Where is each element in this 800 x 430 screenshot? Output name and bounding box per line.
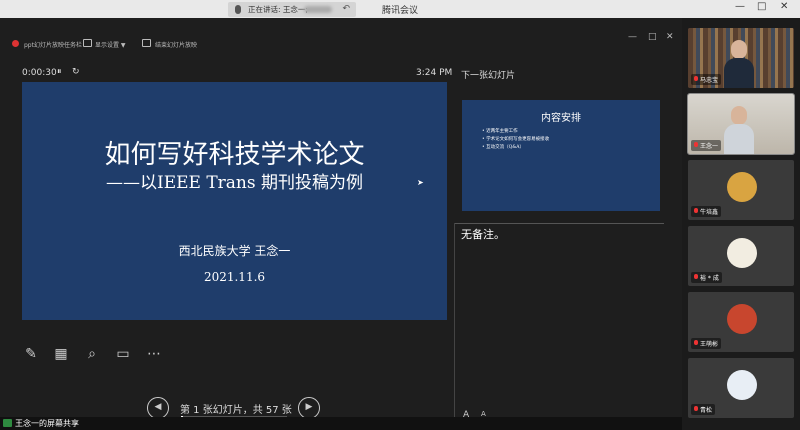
- participant-video: [724, 106, 754, 154]
- slide-counter: 第 1 张幻灯片，共 57 张: [180, 405, 292, 416]
- current-slide[interactable]: 如何写好科技学术论文 ——以IEEE Trans 期刊投稿为例 西北民族大学 王…: [22, 82, 447, 320]
- taskbar-toggle-button[interactable]: ppt幻灯片放映任务栏: [24, 40, 82, 49]
- participant-tile[interactable]: 裕 * 成: [688, 226, 794, 286]
- participant-name: 裕 * 成: [691, 272, 722, 283]
- participant-name: 王念一: [691, 140, 722, 151]
- restart-icon[interactable]: ↻: [72, 67, 80, 77]
- end-show-icon: [142, 39, 151, 47]
- list-item: 近两年主要工作: [482, 128, 549, 136]
- participant-name: 马忠宝: [691, 74, 722, 85]
- participant-name: 王萌彬: [691, 338, 722, 349]
- display-settings-button[interactable]: 显示设置 ▼: [95, 40, 126, 49]
- presenter-minimize-button[interactable]: —: [628, 32, 637, 42]
- slide-title: 如何写好科技学术论文: [104, 140, 365, 170]
- see-all-slides-icon[interactable]: ▦: [51, 344, 71, 364]
- pause-icon[interactable]: ⏸: [57, 67, 62, 77]
- elapsed-timer: 0:00:30: [22, 68, 57, 78]
- speaking-label: 正在讲话: 王念一;: [248, 5, 308, 14]
- participant-name: 牛培鑫: [691, 206, 722, 217]
- list-item: 学术论文如何写会更容易被接收: [482, 136, 549, 144]
- maximize-button[interactable]: □: [757, 1, 766, 12]
- current-time: 3:24 PM: [416, 68, 453, 78]
- pen-icon[interactable]: ✎: [21, 344, 41, 364]
- avatar: [727, 238, 757, 268]
- close-button[interactable]: ✕: [780, 1, 788, 12]
- black-screen-icon[interactable]: ▭: [113, 344, 133, 364]
- minimize-button[interactable]: —: [735, 1, 745, 12]
- pane-divider[interactable]: [454, 223, 455, 418]
- participant-panel: 马忠宝 王念一 牛培鑫 裕 * 成 王萌彬 青松: [682, 18, 800, 430]
- speaking-indicator[interactable]: 正在讲话: 王念一; ↶: [228, 2, 356, 17]
- return-icon[interactable]: ↶: [342, 2, 350, 17]
- avatar: [727, 172, 757, 202]
- blurred-name: [304, 6, 332, 13]
- more-options-icon[interactable]: ⋯: [144, 344, 164, 364]
- next-slide-button[interactable]: ▶: [298, 397, 320, 419]
- mouse-cursor-icon: ➤: [417, 178, 424, 187]
- notes-divider: [454, 223, 664, 224]
- display-settings-icon: [83, 39, 92, 47]
- record-icon: [12, 40, 19, 47]
- next-slide-preview[interactable]: 内容安排 近两年主要工作 学术论文如何写会更容易被接收 互动交流（Q&A）: [462, 100, 660, 211]
- avatar: [727, 304, 757, 334]
- participant-tile[interactable]: 牛培鑫: [688, 160, 794, 220]
- slide-date: 2021.11.6: [203, 270, 266, 284]
- zoom-icon[interactable]: ⌕: [82, 344, 102, 364]
- speaker-notes: 无备注。: [461, 228, 505, 241]
- end-show-button[interactable]: 结束幻灯片放映: [155, 40, 197, 49]
- participant-name: 青松: [691, 404, 716, 415]
- previous-slide-button[interactable]: ◀: [147, 397, 169, 419]
- slide-author: 西北民族大学 王念一: [178, 244, 291, 258]
- presenter-maximize-button[interactable]: □: [648, 32, 657, 42]
- next-slide-label: 下一张幻灯片: [461, 71, 516, 81]
- app-title: 腾讯会议: [381, 6, 418, 16]
- participant-tile[interactable]: 马忠宝: [688, 28, 794, 88]
- list-item: 互动交流（Q&A）: [482, 144, 549, 152]
- participant-tile[interactable]: 王萌彬: [688, 292, 794, 352]
- slide-subtitle: ——以IEEE Trans 期刊投稿为例: [105, 173, 364, 193]
- participant-tile[interactable]: 王念一: [687, 93, 795, 155]
- screen-share-label: 王念一的屏幕共享: [15, 419, 79, 428]
- microphone-icon: [235, 5, 241, 14]
- next-slide-title: 内容安排: [541, 113, 581, 124]
- share-status-bar: 王念一的屏幕共享: [0, 417, 682, 430]
- avatar: [727, 370, 757, 400]
- next-slide-list: 近两年主要工作 学术论文如何写会更容易被接收 互动交流（Q&A）: [482, 128, 549, 152]
- participant-tile[interactable]: 青松: [688, 358, 794, 418]
- presenter-close-button[interactable]: ✕: [666, 32, 674, 42]
- participant-video: [724, 40, 754, 88]
- presenter-view: ppt幻灯片放映任务栏 显示设置 ▼ 结束幻灯片放映 — □ ✕ 0:00:30…: [0, 18, 682, 420]
- title-bar: 腾讯会议 正在讲话: 王念一; ↶ — □ ✕: [0, 0, 800, 18]
